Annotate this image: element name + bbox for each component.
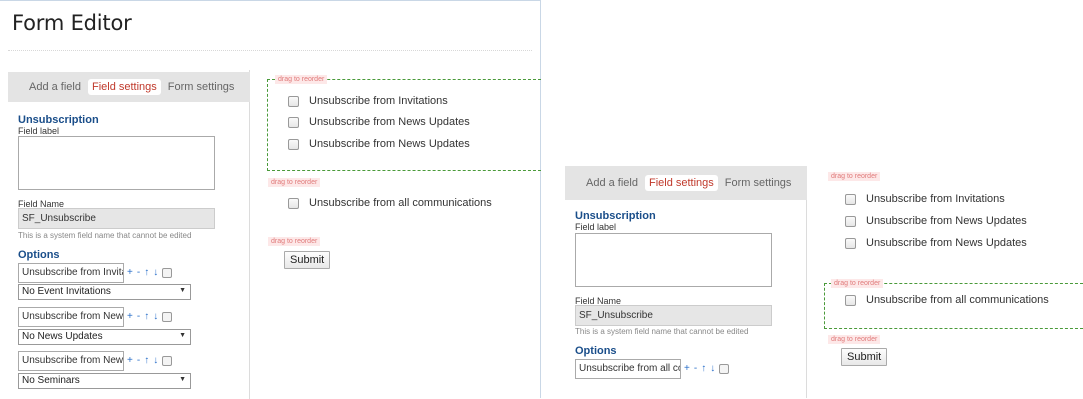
drag-handle[interactable]: drag to reorder: [831, 279, 884, 288]
option-checkbox[interactable]: [162, 311, 173, 322]
move-down-icon[interactable]: ↓: [153, 355, 158, 366]
move-up-icon[interactable]: ↑: [701, 363, 706, 374]
checkbox[interactable]: [288, 138, 299, 150]
add-option-button[interactable]: +: [127, 311, 133, 322]
option-select-value: No Event Invitations: [22, 286, 111, 297]
field-name-hint: This is a system field name that cannot …: [575, 327, 749, 336]
drag-handle[interactable]: drag to reorder: [828, 172, 881, 181]
checkbox[interactable]: [845, 193, 856, 205]
checkbox-label: Unsubscribe from News Updates: [309, 116, 470, 128]
form-editor-panel-right: Add a field Field settings Form settings…: [565, 166, 1083, 398]
drag-handle[interactable]: drag to reorder: [268, 178, 321, 187]
checkbox-label: Unsubscribe from News Updates: [866, 215, 1027, 227]
chevron-down-icon: ▼: [179, 332, 186, 339]
field-label-textarea[interactable]: [18, 136, 215, 190]
checkbox[interactable]: [288, 197, 299, 209]
remove-option-button[interactable]: -: [694, 363, 697, 374]
move-down-icon[interactable]: ↓: [153, 267, 158, 278]
option-select-value: No Seminars: [22, 375, 80, 386]
field-name-input: SF_Unsubscribe: [575, 305, 772, 326]
field-label-label: Field label: [18, 126, 60, 136]
option-select-2[interactable]: No News Updates ▼: [18, 329, 191, 345]
option-select-3[interactable]: No Seminars ▼: [18, 373, 191, 389]
list-item[interactable]: Unsubscribe from Invitations: [288, 95, 448, 107]
move-up-icon[interactable]: ↑: [144, 267, 149, 278]
checkbox-label: Unsubscribe from News Updates: [866, 237, 1027, 249]
checkbox-label: Unsubscribe from News Updates: [309, 138, 470, 150]
editor-tabs: Add a field Field settings Form settings: [8, 72, 250, 102]
checkbox[interactable]: [288, 116, 299, 128]
option-controls-1: + - ↑ ↓: [684, 363, 730, 374]
title-divider: [8, 50, 532, 51]
field-label-textarea[interactable]: [575, 233, 772, 287]
checkbox[interactable]: [845, 237, 856, 249]
move-up-icon[interactable]: ↑: [144, 355, 149, 366]
remove-option-button[interactable]: -: [137, 355, 140, 366]
add-option-button[interactable]: +: [127, 355, 133, 366]
move-up-icon[interactable]: ↑: [144, 311, 149, 322]
add-option-button[interactable]: +: [684, 363, 690, 374]
tab-form-settings[interactable]: Form settings: [722, 175, 795, 191]
field-name-input: SF_Unsubscribe: [18, 208, 215, 229]
checkbox-label: Unsubscribe from Invitations: [309, 95, 448, 107]
options-label: Options: [18, 249, 60, 261]
option-input-1[interactable]: Unsubscribe from all cor: [575, 359, 681, 379]
remove-option-button[interactable]: -: [137, 311, 140, 322]
drag-handle[interactable]: drag to reorder: [275, 75, 328, 84]
checkbox[interactable]: [288, 95, 299, 107]
option-select-value: No News Updates: [22, 331, 103, 342]
tab-add-field[interactable]: Add a field: [583, 175, 641, 191]
single-checkbox-dropzone[interactable]: [824, 283, 1083, 329]
list-item[interactable]: Unsubscribe from News Updates: [845, 215, 1027, 227]
add-option-button[interactable]: +: [127, 267, 133, 278]
checkbox[interactable]: [845, 294, 856, 306]
list-item[interactable]: Unsubscribe from all communications: [288, 197, 492, 209]
list-item[interactable]: Unsubscribe from Invitations: [845, 193, 1005, 205]
checkbox[interactable]: [845, 215, 856, 227]
option-input-3[interactable]: Unsubscribe from News: [18, 351, 124, 371]
chevron-down-icon: ▼: [179, 376, 186, 383]
option-input-1[interactable]: Unsubscribe from Invitati: [18, 263, 124, 283]
chevron-down-icon: ▼: [179, 287, 186, 294]
list-item[interactable]: Unsubscribe from News Updates: [288, 116, 470, 128]
submit-button[interactable]: Submit: [841, 348, 888, 366]
section-title: Unsubscription: [18, 114, 99, 126]
options-label: Options: [575, 345, 617, 357]
option-controls-3: + - ↑ ↓: [127, 355, 173, 366]
drag-handle[interactable]: drag to reorder: [828, 335, 881, 344]
move-down-icon[interactable]: ↓: [710, 363, 715, 374]
section-title: Unsubscription: [575, 210, 656, 222]
list-item[interactable]: Unsubscribe from News Updates: [845, 237, 1027, 249]
option-checkbox[interactable]: [719, 363, 730, 374]
checkbox-label: Unsubscribe from all communications: [309, 197, 492, 209]
tab-field-settings[interactable]: Field settings: [87, 79, 161, 95]
option-checkbox[interactable]: [162, 355, 173, 366]
submit-button[interactable]: Submit: [284, 251, 331, 269]
form-editor-panel-left: Form Editor Add a field Field settings F…: [0, 0, 541, 399]
option-checkbox[interactable]: [162, 267, 173, 278]
list-item[interactable]: Unsubscribe from all communications: [845, 294, 1049, 306]
option-controls-1: + - ↑ ↓: [127, 267, 173, 278]
field-label-label: Field label: [575, 222, 617, 232]
list-item[interactable]: Unsubscribe from News Updates: [288, 138, 470, 150]
tab-form-settings[interactable]: Form settings: [165, 79, 238, 95]
option-input-2[interactable]: Unsubscribe from News: [18, 307, 124, 327]
tab-add-field[interactable]: Add a field: [26, 79, 84, 95]
remove-option-button[interactable]: -: [137, 267, 140, 278]
option-controls-2: + - ↑ ↓: [127, 311, 173, 322]
move-down-icon[interactable]: ↓: [153, 311, 158, 322]
checkbox-label: Unsubscribe from all communications: [866, 294, 1049, 306]
drag-handle[interactable]: drag to reorder: [268, 237, 321, 246]
editor-tabs: Add a field Field settings Form settings: [565, 166, 807, 200]
checkbox-label: Unsubscribe from Invitations: [866, 193, 1005, 205]
option-select-1[interactable]: No Event Invitations ▼: [18, 284, 191, 300]
tab-field-settings[interactable]: Field settings: [644, 175, 718, 191]
page-title: Form Editor: [12, 11, 132, 35]
field-name-hint: This is a system field name that cannot …: [18, 231, 192, 240]
